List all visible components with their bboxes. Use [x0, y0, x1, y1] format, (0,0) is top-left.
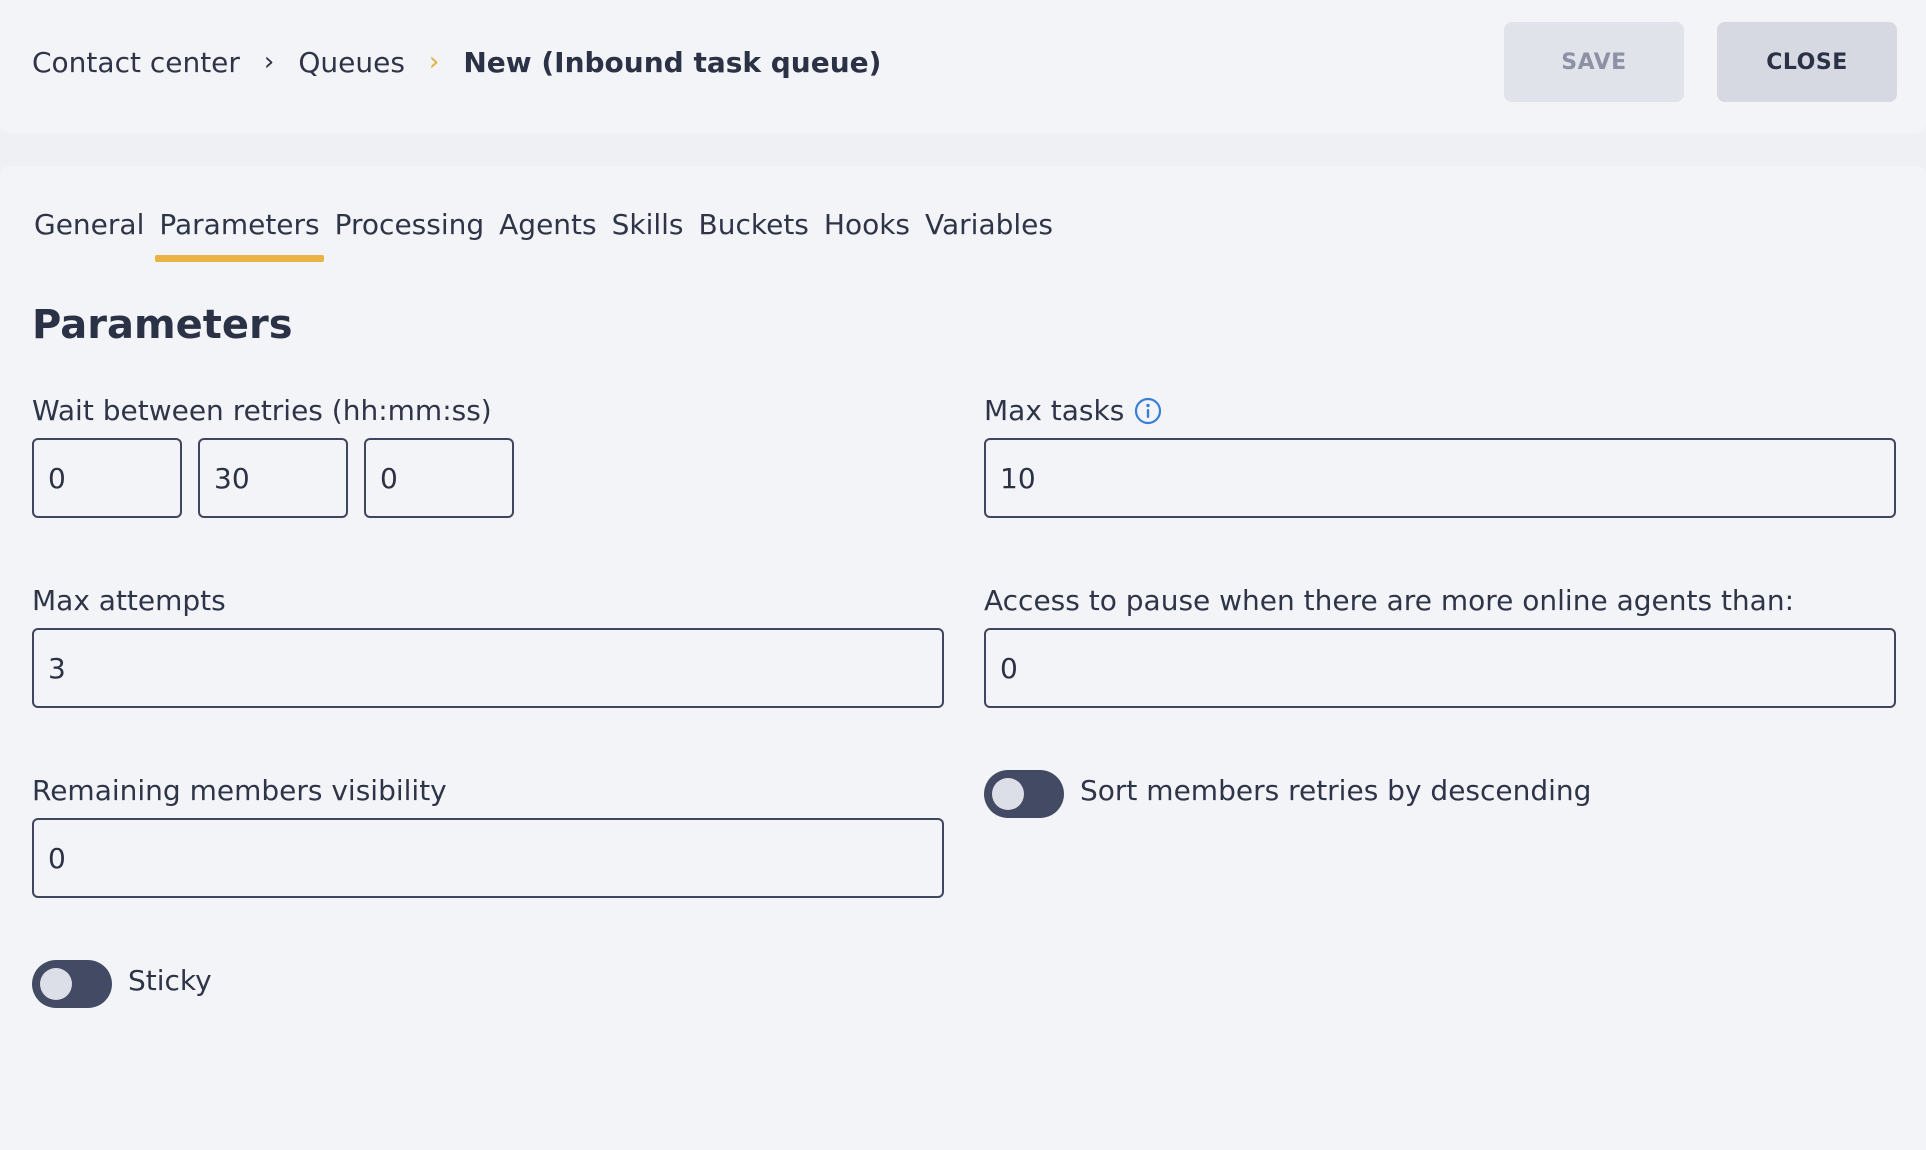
sort-desc-label: Sort members retries by descending — [1080, 774, 1592, 807]
max-tasks-label-wrap: Max tasks — [984, 394, 1162, 427]
header-bar: Contact center › Queues › New (Inbound t… — [0, 0, 1926, 133]
tab-bar: General Parameters Processing Agents Ski… — [34, 204, 1068, 262]
sticky-toggle[interactable] — [32, 960, 112, 1008]
save-button[interactable]: SAVE — [1504, 22, 1684, 102]
tab-processing[interactable]: Processing — [335, 208, 485, 241]
tab-variables[interactable]: Variables — [925, 208, 1053, 241]
tab-general[interactable]: General — [34, 208, 144, 241]
content-panel: General Parameters Processing Agents Ski… — [0, 166, 1926, 1150]
breadcrumb-contact-center[interactable]: Contact center — [32, 46, 240, 79]
max-tasks-input[interactable] — [984, 438, 1896, 518]
access-to-pause-input[interactable] — [984, 628, 1896, 708]
remaining-members-visibility-label: Remaining members visibility — [32, 774, 447, 807]
breadcrumb: Contact center › Queues › New (Inbound t… — [32, 44, 881, 80]
tab-agents[interactable]: Agents — [499, 208, 596, 241]
wait-minutes-input[interactable] — [198, 438, 348, 518]
sort-desc-toggle[interactable] — [984, 770, 1064, 818]
max-tasks-label: Max tasks — [984, 394, 1125, 427]
tab-skills[interactable]: Skills — [612, 208, 684, 241]
tab-parameters[interactable]: Parameters — [155, 208, 324, 262]
breadcrumb-current: New (Inbound task queue) — [463, 45, 882, 79]
access-to-pause-label: Access to pause when there are more onli… — [984, 584, 1795, 617]
tab-hooks[interactable]: Hooks — [824, 208, 910, 241]
sticky-label: Sticky — [128, 964, 212, 997]
close-button[interactable]: CLOSE — [1717, 22, 1897, 102]
max-attempts-input[interactable] — [32, 628, 944, 708]
wait-seconds-input[interactable] — [364, 438, 514, 518]
wait-hours-input[interactable] — [32, 438, 182, 518]
max-attempts-label: Max attempts — [32, 584, 226, 617]
tab-buckets[interactable]: Buckets — [699, 208, 809, 241]
section-title: Parameters — [32, 302, 293, 348]
toggle-knob — [40, 968, 72, 1000]
info-icon[interactable] — [1134, 397, 1162, 425]
chevron-right-icon: › — [263, 47, 275, 77]
remaining-members-visibility-input[interactable] — [32, 818, 944, 898]
toggle-knob — [992, 778, 1024, 810]
wait-between-retries-label: Wait between retries (hh:mm:ss) — [32, 394, 492, 427]
chevron-right-icon: › — [428, 47, 440, 77]
breadcrumb-queues[interactable]: Queues — [298, 46, 405, 79]
